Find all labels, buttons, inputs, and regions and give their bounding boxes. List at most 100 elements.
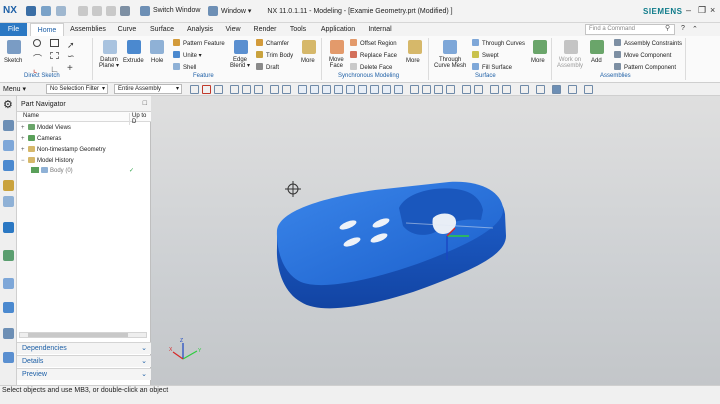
circle-icon[interactable]	[33, 39, 41, 47]
snap-center-icon[interactable]	[410, 85, 419, 94]
swept-button[interactable]: Swept	[472, 51, 499, 59]
add-component-button[interactable]: Add	[591, 58, 602, 64]
datum-plane-icon[interactable]	[103, 40, 117, 54]
snap-pole-icon[interactable]	[434, 85, 443, 94]
sync-more-button[interactable]: More	[406, 58, 420, 64]
constraint-navigator-icon[interactable]	[3, 140, 14, 151]
find-command-input[interactable]: Find a Command	[585, 24, 675, 35]
repeat-command-icon[interactable]	[120, 6, 130, 16]
tab-view[interactable]: View	[222, 23, 244, 36]
snap-tangent-icon[interactable]	[382, 85, 391, 94]
tree-item-model-views[interactable]: + Model Views	[21, 124, 71, 134]
snap-intersection-icon[interactable]	[334, 85, 343, 94]
tree-item-body[interactable]: Body (0) ✓	[31, 167, 149, 177]
move-face-button[interactable]: Move Face	[329, 57, 344, 69]
search-icon[interactable]: ⚲	[665, 24, 670, 32]
feature-more-icon[interactable]	[302, 40, 316, 54]
surface-more-icon[interactable]	[533, 40, 547, 54]
tab-analysis[interactable]: Analysis	[182, 23, 218, 36]
tab-file[interactable]: File	[0, 23, 27, 36]
expand-icon[interactable]: +	[21, 147, 28, 153]
select-curve-icon[interactable]	[230, 85, 239, 94]
feature-more-button[interactable]: More	[301, 58, 315, 64]
view-style-icon[interactable]	[502, 85, 511, 94]
tab-assemblies[interactable]: Assemblies	[66, 23, 110, 36]
tab-home[interactable]: Home	[30, 23, 64, 36]
snap-quadrant-icon[interactable]	[358, 85, 367, 94]
snap-settings-icon[interactable]	[214, 85, 223, 94]
navigator-scrollbar[interactable]	[19, 332, 147, 338]
deselect-icon[interactable]	[202, 85, 211, 94]
fill-surface-button[interactable]: Fill Surface	[472, 63, 512, 71]
render-style-icon[interactable]	[552, 85, 561, 94]
view-fit-icon[interactable]	[474, 85, 483, 94]
tree-item-cameras[interactable]: + Cameras	[21, 135, 61, 145]
column-up-to-date[interactable]: Up to D	[129, 113, 151, 125]
hole-button[interactable]: Hole	[151, 58, 163, 64]
selection-filter-dropdown[interactable]: No Selection Filter ▾	[46, 84, 108, 94]
snap-arc-center-icon[interactable]	[346, 85, 355, 94]
tab-render[interactable]: Render	[250, 23, 280, 36]
edge-blend-icon[interactable]	[234, 40, 248, 54]
move-face-icon[interactable]	[330, 40, 344, 54]
switch-window-icon[interactable]	[140, 6, 150, 16]
tree-item-non-timestamp-geometry[interactable]: + Non-timestamp Geometry	[21, 146, 106, 156]
history-icon[interactable]	[3, 250, 14, 261]
checkbox-icon[interactable]	[31, 167, 39, 173]
scrollbar-thumb[interactable]	[28, 333, 128, 337]
sketch-icon[interactable]	[7, 40, 21, 54]
system-scenes-icon[interactable]	[3, 328, 14, 339]
unite-button[interactable]: Unite ▾	[173, 51, 202, 59]
preview-panel[interactable]: Preview ⌄	[17, 368, 151, 380]
part-navigator-icon[interactable]	[3, 160, 14, 171]
section-view-icon[interactable]	[584, 85, 593, 94]
select-face-icon[interactable]	[242, 85, 251, 94]
snap-existing-point-icon[interactable]	[394, 85, 403, 94]
redo-icon[interactable]	[56, 6, 66, 16]
close-icon[interactable]: ×	[710, 5, 715, 15]
ribbon-minimize-icon[interactable]: ⌃	[692, 25, 698, 33]
sketch-button[interactable]: Sketch	[4, 58, 22, 64]
save-icon[interactable]	[26, 6, 36, 16]
chamfer-button[interactable]: Chamfer	[256, 39, 289, 47]
copy-icon[interactable]	[92, 6, 102, 16]
surface-more-button[interactable]: More	[531, 58, 545, 64]
assembly-navigator-icon[interactable]	[3, 120, 14, 131]
column-name[interactable]: Name	[23, 113, 39, 119]
datum-plane-button[interactable]: Datum Plane ▾	[99, 57, 119, 69]
help-icon[interactable]: ?	[681, 25, 685, 32]
graphics-window[interactable]: Z Y X	[151, 96, 720, 385]
point-icon[interactable]: +	[67, 63, 73, 74]
reuse-library-icon[interactable]	[3, 180, 14, 191]
work-layer-icon[interactable]	[520, 85, 529, 94]
tree-item-model-history[interactable]: − Model History	[21, 157, 74, 167]
work-on-assembly-button[interactable]: Work on Assembly	[557, 57, 583, 69]
close-icon[interactable]: □	[143, 100, 147, 107]
sync-more-icon[interactable]	[408, 40, 422, 54]
extrude-button[interactable]: Extrude	[123, 58, 144, 64]
rectangle-icon[interactable]	[50, 39, 59, 47]
extrude-icon[interactable]	[127, 40, 141, 54]
gear-icon[interactable]: ⚙	[3, 100, 14, 111]
cut-icon[interactable]	[78, 6, 88, 16]
edge-blend-button[interactable]: Edge Blend ▾	[230, 57, 250, 69]
shell-button[interactable]: Shell	[173, 63, 196, 71]
assembly-constraints-button[interactable]: Assembly Constraints	[614, 39, 682, 47]
undo-icon[interactable]	[41, 6, 51, 16]
through-curves-button[interactable]: Through Curves	[472, 39, 525, 47]
switch-window-button[interactable]: Switch Window	[153, 7, 200, 14]
snap-vector-icon[interactable]	[422, 85, 431, 94]
restore-icon[interactable]: ❐	[698, 5, 706, 16]
snap-endpoint-icon[interactable]	[298, 85, 307, 94]
menu-button[interactable]: Menu ▾	[3, 85, 26, 93]
expand-icon[interactable]: +	[21, 125, 28, 131]
rectangle-select-icon[interactable]	[270, 85, 279, 94]
process-studio-icon[interactable]	[3, 278, 14, 289]
hole-icon[interactable]	[150, 40, 164, 54]
tab-application[interactable]: Application	[316, 23, 360, 36]
window-menu[interactable]: Window ▾	[221, 7, 251, 15]
snap-bounded-grid-icon[interactable]	[446, 85, 455, 94]
selection-scope-dropdown[interactable]: Entire Assembly ▾	[114, 84, 182, 94]
snap-point-on-curve-icon[interactable]	[370, 85, 379, 94]
wcs-icon[interactable]	[536, 85, 545, 94]
